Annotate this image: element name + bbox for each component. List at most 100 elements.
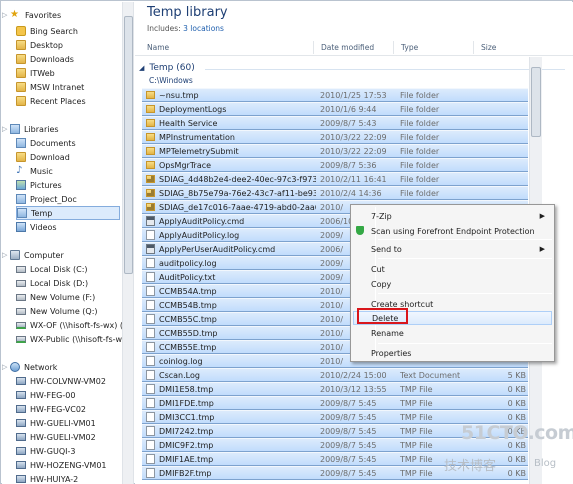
file-row[interactable]: Cscan.Log 2010/2/24 15:00 Text Document 5 K…	[142, 368, 528, 382]
column-divider[interactable]	[393, 41, 394, 54]
nav-item[interactable]: HW-GUELI-VM02	[16, 430, 120, 444]
file-row[interactable]: DeploymentLogs 2010/1/6 9:44 File folder	[142, 102, 528, 116]
nav-item[interactable]: Pictures	[16, 178, 120, 192]
content-scrollbar-thumb[interactable]	[531, 67, 541, 137]
nav-item[interactable]: Videos	[16, 220, 120, 234]
file-icon	[146, 370, 155, 380]
column-header-date[interactable]: Date modified	[321, 43, 374, 52]
column-divider[interactable]	[473, 41, 474, 54]
nav-section-favorites[interactable]: ▷ ★ Favorites	[2, 8, 122, 22]
nav-section-computer[interactable]: ▷ Computer	[2, 248, 122, 262]
nav-item[interactable]: WX-Public (\\hisoft-fs-w	[16, 332, 122, 346]
nav-section-network[interactable]: ▷ Network	[2, 360, 122, 374]
menu-item-send-to[interactable]: Send to ▶	[353, 242, 552, 256]
nav-item-label: HW-FEG-VC02	[30, 404, 86, 414]
file-type: TMP File	[400, 468, 433, 478]
file-icon	[146, 258, 155, 268]
nav-item[interactable]: Downloads	[16, 52, 120, 66]
nav-item-label: MSW Intranet	[30, 82, 85, 92]
computer-host-icon	[16, 419, 26, 427]
group-header[interactable]: ◢ Temp (60)	[139, 63, 195, 73]
expand-chevron-icon[interactable]: ▷	[2, 251, 10, 259]
file-type: TMP File	[400, 440, 433, 450]
nav-item[interactable]: Bing Search	[16, 24, 120, 38]
nav-item[interactable]: Local Disk (D:)	[16, 276, 120, 290]
nav-item[interactable]: Recent Places	[16, 94, 120, 108]
folder-icon	[16, 40, 26, 50]
file-row[interactable]: MPInstrumentation 2010/3/22 22:09 File fol…	[142, 130, 528, 144]
file-row[interactable]: OpsMgrTrace 2009/8/7 5:36 File folder	[142, 158, 528, 172]
nav-scrollbar[interactable]	[122, 2, 134, 484]
nav-item[interactable]: Temp	[16, 206, 120, 220]
expand-chevron-icon[interactable]: ▷	[2, 363, 10, 371]
network-icon	[10, 362, 20, 372]
file-icon	[146, 384, 155, 394]
file-row[interactable]: DMI1FDE.tmp 2009/8/7 5:45 TMP File 0 KB	[142, 396, 528, 410]
file-name: MPTelemetrySubmit	[159, 146, 239, 156]
file-row[interactable]: SDIAG_4d48b2e4-dee2-40ec-97c3-f9730e... 2…	[142, 172, 528, 186]
nav-item[interactable]: HW-COLVNW-VM02	[16, 374, 120, 388]
file-icon	[146, 412, 155, 422]
file-type: File folder	[400, 160, 440, 170]
nav-item[interactable]: HW-GUQI-3	[16, 444, 120, 458]
file-date: 2009/8/7 5:45	[320, 412, 377, 422]
menu-item-copy[interactable]: Copy	[353, 277, 552, 291]
nav-item[interactable]: Project_Doc	[16, 192, 120, 206]
menu-item-properties[interactable]: Properties	[353, 346, 552, 360]
menu-item-rename[interactable]: Rename	[353, 326, 552, 340]
nav-item[interactable]: WX-OF (\\hisoft-fs-wx) (	[16, 318, 122, 332]
menu-item-label: Scan using Forefront Endpoint Protection	[371, 226, 535, 236]
menu-item-scan-using-forefront-endpoint-protection[interactable]: Scan using Forefront Endpoint Protection	[353, 224, 552, 238]
nav-item[interactable]: New Volume (F:)	[16, 290, 120, 304]
column-header-type[interactable]: Type	[401, 43, 418, 52]
file-icon	[146, 272, 155, 282]
nav-item-label: HW-HUIYA-2	[30, 474, 79, 484]
drive-icon	[16, 293, 26, 301]
file-name-cell: DMIFB2F.tmp	[146, 468, 316, 478]
file-row[interactable]: ~nsu.tmp 2010/1/25 17:53 File folder	[142, 88, 528, 102]
menu-item-cut[interactable]: Cut	[353, 262, 552, 276]
watermark-blog: Blog	[534, 458, 557, 469]
expand-chevron-icon[interactable]: ▷	[2, 125, 10, 133]
nav-scrollbar-thumb[interactable]	[124, 16, 133, 274]
menu-separator	[378, 239, 552, 240]
nav-item[interactable]: HW-FEG-00	[16, 388, 120, 402]
file-icon	[146, 398, 155, 408]
file-icon	[146, 454, 155, 464]
nav-item[interactable]: ITWeb	[16, 66, 120, 80]
file-name: Cscan.Log	[159, 370, 200, 380]
folder-icon	[16, 54, 26, 64]
column-header-size[interactable]: Size	[481, 43, 496, 52]
file-date: 2010/1/6 9:44	[320, 104, 377, 114]
file-row[interactable]: SDIAG_8b75e79a-76e2-43c7-af11-be93f8... 2…	[142, 186, 528, 200]
nav-item[interactable]: MSW Intranet	[16, 80, 120, 94]
file-name: CCMB55E.tmp	[159, 342, 217, 352]
nav-item[interactable]: HW-GUELI-VM01	[16, 416, 120, 430]
nav-item[interactable]: HW-HOZENG-VM01	[16, 458, 120, 472]
nav-item[interactable]: Documents	[16, 136, 120, 150]
file-name: CCMB55D.tmp	[159, 328, 218, 338]
nav-section-libraries[interactable]: ▷ Libraries	[2, 122, 122, 136]
file-type: File folder	[400, 188, 440, 198]
nav-item[interactable]: Download	[16, 150, 120, 164]
file-name-cell: CCMB54A.tmp	[146, 286, 316, 296]
file-icon	[146, 426, 155, 436]
nav-item[interactable]: HW-HUIYA-2	[16, 472, 120, 484]
column-header-name[interactable]: Name	[147, 43, 169, 52]
column-divider[interactable]	[313, 41, 314, 54]
nav-item[interactable]: ♪ Music	[16, 164, 120, 178]
nav-item[interactable]: HW-FEG-VC02	[16, 402, 120, 416]
includes-locations-link[interactable]: 3 locations	[183, 24, 224, 33]
nav-item[interactable]: Desktop	[16, 38, 120, 52]
file-row[interactable]: DMI1E58.tmp 2010/3/12 13:55 TMP File 0 KB	[142, 382, 528, 396]
network-drive-icon	[16, 321, 26, 329]
nav-item-label: HW-COLVNW-VM02	[30, 376, 106, 386]
collapse-triangle-icon[interactable]: ◢	[139, 64, 144, 72]
nav-item[interactable]: New Volume (Q:)	[16, 304, 120, 318]
file-row[interactable]: MPTelemetrySubmit 2010/3/22 22:09 File fol…	[142, 144, 528, 158]
file-name-cell: DMIF1AE.tmp	[146, 454, 316, 464]
menu-item-7-zip[interactable]: 7-Zip ▶	[353, 209, 552, 223]
nav-item[interactable]: Local Disk (C:)	[16, 262, 120, 276]
file-row[interactable]: Health Service 2009/8/7 5:43 File folder	[142, 116, 528, 130]
expand-chevron-icon[interactable]: ▷	[2, 11, 10, 19]
